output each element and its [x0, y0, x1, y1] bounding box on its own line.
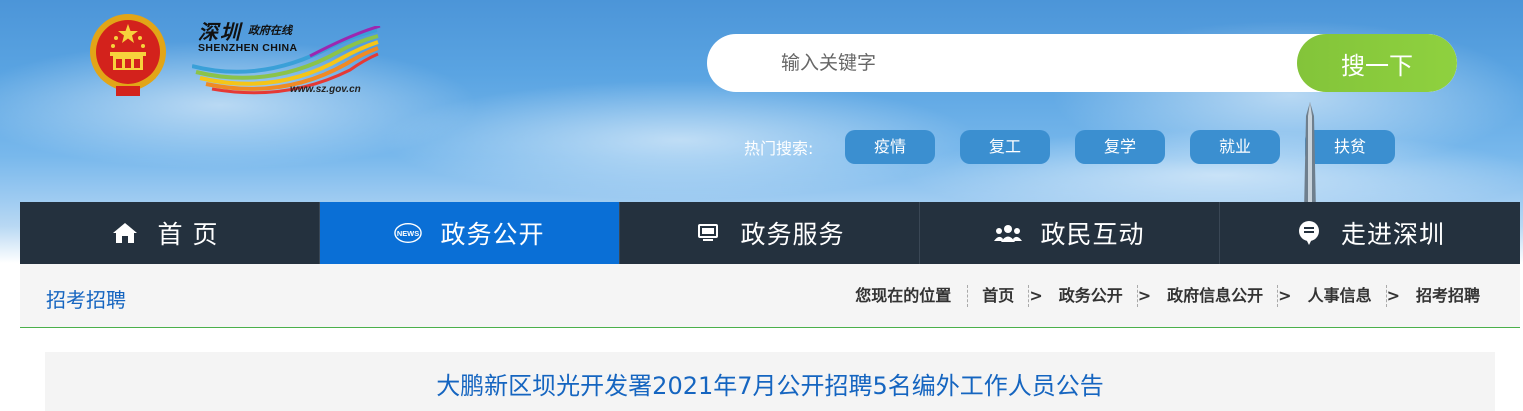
chat-bubble-icon — [1295, 219, 1323, 247]
hot-tag[interactable]: 复工 — [960, 130, 1050, 164]
nav-item-label: 政务公开 — [440, 220, 545, 249]
skyscraper-decoration — [1304, 102, 1316, 212]
article-content: 大鹏新区坝光开发署2021年7月公开招聘5名编外工作人员公告 — [20, 329, 1520, 411]
logo-url-text: www.sz.gov.cn — [290, 84, 361, 95]
breadcrumb-link[interactable]: 人事信息 — [1294, 285, 1387, 307]
hot-tag[interactable]: 疫情 — [845, 130, 935, 164]
hot-search-label: 热门搜索: — [744, 139, 814, 158]
svg-text:NEWS: NEWS — [397, 229, 419, 238]
nav-item-shenzhen[interactable]: 走进深圳 — [1220, 202, 1520, 264]
logo-subtitle-text: 政府在线 — [248, 24, 292, 37]
section-title: 招考招聘 — [46, 288, 126, 312]
breadcrumb: 您现在的位置 首页 > 政务公开 > 政府信息公开 > 人事信息 > 招考招聘 — [855, 264, 1480, 328]
nav-item-label: 首页 — [157, 220, 228, 249]
breadcrumb-link[interactable]: 招考招聘 — [1402, 285, 1480, 307]
home-icon — [111, 219, 139, 247]
search-input[interactable] — [781, 34, 1281, 92]
nav-item-gov-services[interactable]: 政务服务 — [620, 202, 920, 264]
news-icon: NEWS — [394, 219, 423, 247]
national-emblem-icon — [90, 14, 166, 96]
hot-tag[interactable]: 就业 — [1190, 130, 1280, 164]
nav-item-label: 走进深圳 — [1340, 220, 1445, 249]
breadcrumb-separator: > — [1386, 286, 1400, 305]
nav-item-home[interactable]: 首页 — [20, 202, 320, 264]
article-header: 大鹏新区坝光开发署2021年7月公开招聘5名编外工作人员公告 — [45, 352, 1495, 411]
nav-item-gov-affairs[interactable]: NEWS 政务公开 — [320, 202, 620, 264]
nav-item-label: 政务服务 — [740, 220, 845, 249]
logo-chinese-text: 深圳 — [198, 20, 242, 44]
breadcrumb-bar: 招考招聘 您现在的位置 首页 > 政务公开 > 政府信息公开 > 人事信息 > … — [20, 264, 1520, 328]
people-icon — [994, 219, 1023, 247]
article-title: 大鹏新区坝光开发署2021年7月公开招聘5名编外工作人员公告 — [436, 372, 1104, 400]
breadcrumb-separator: > — [1137, 286, 1152, 305]
breadcrumb-separator: > — [1029, 286, 1043, 305]
search-button[interactable]: 搜一下 — [1297, 34, 1457, 92]
breadcrumb-lead: 您现在的位置 — [855, 285, 969, 307]
breadcrumb-link[interactable]: 政务公开 — [1045, 285, 1138, 307]
main-nav: 首页 NEWS 政务公开 政务服务 政民互动 走进深圳 — [20, 202, 1520, 264]
monitor-icon — [694, 219, 722, 247]
hot-tag[interactable]: 复学 — [1075, 130, 1165, 164]
breadcrumb-link[interactable]: 首页 — [968, 285, 1030, 307]
site-header: 深圳 政府在线 SHENZHEN CHINA www.sz.gov.cn 搜一下… — [0, 0, 1523, 212]
breadcrumb-link[interactable]: 政府信息公开 — [1153, 285, 1279, 307]
hot-search: 热门搜索: 疫情 复工 复学 就业 扶贫 — [744, 130, 1395, 164]
nav-item-interaction[interactable]: 政民互动 — [920, 202, 1220, 264]
search-bar: 搜一下 — [707, 34, 1457, 92]
nav-item-label: 政民互动 — [1040, 220, 1145, 249]
logo-english-text: SHENZHEN CHINA — [198, 42, 298, 54]
site-logo[interactable]: 深圳 政府在线 SHENZHEN CHINA www.sz.gov.cn — [192, 12, 382, 98]
breadcrumb-separator: > — [1278, 286, 1292, 305]
hot-search-tags: 疫情 复工 复学 就业 扶贫 — [845, 130, 1420, 164]
